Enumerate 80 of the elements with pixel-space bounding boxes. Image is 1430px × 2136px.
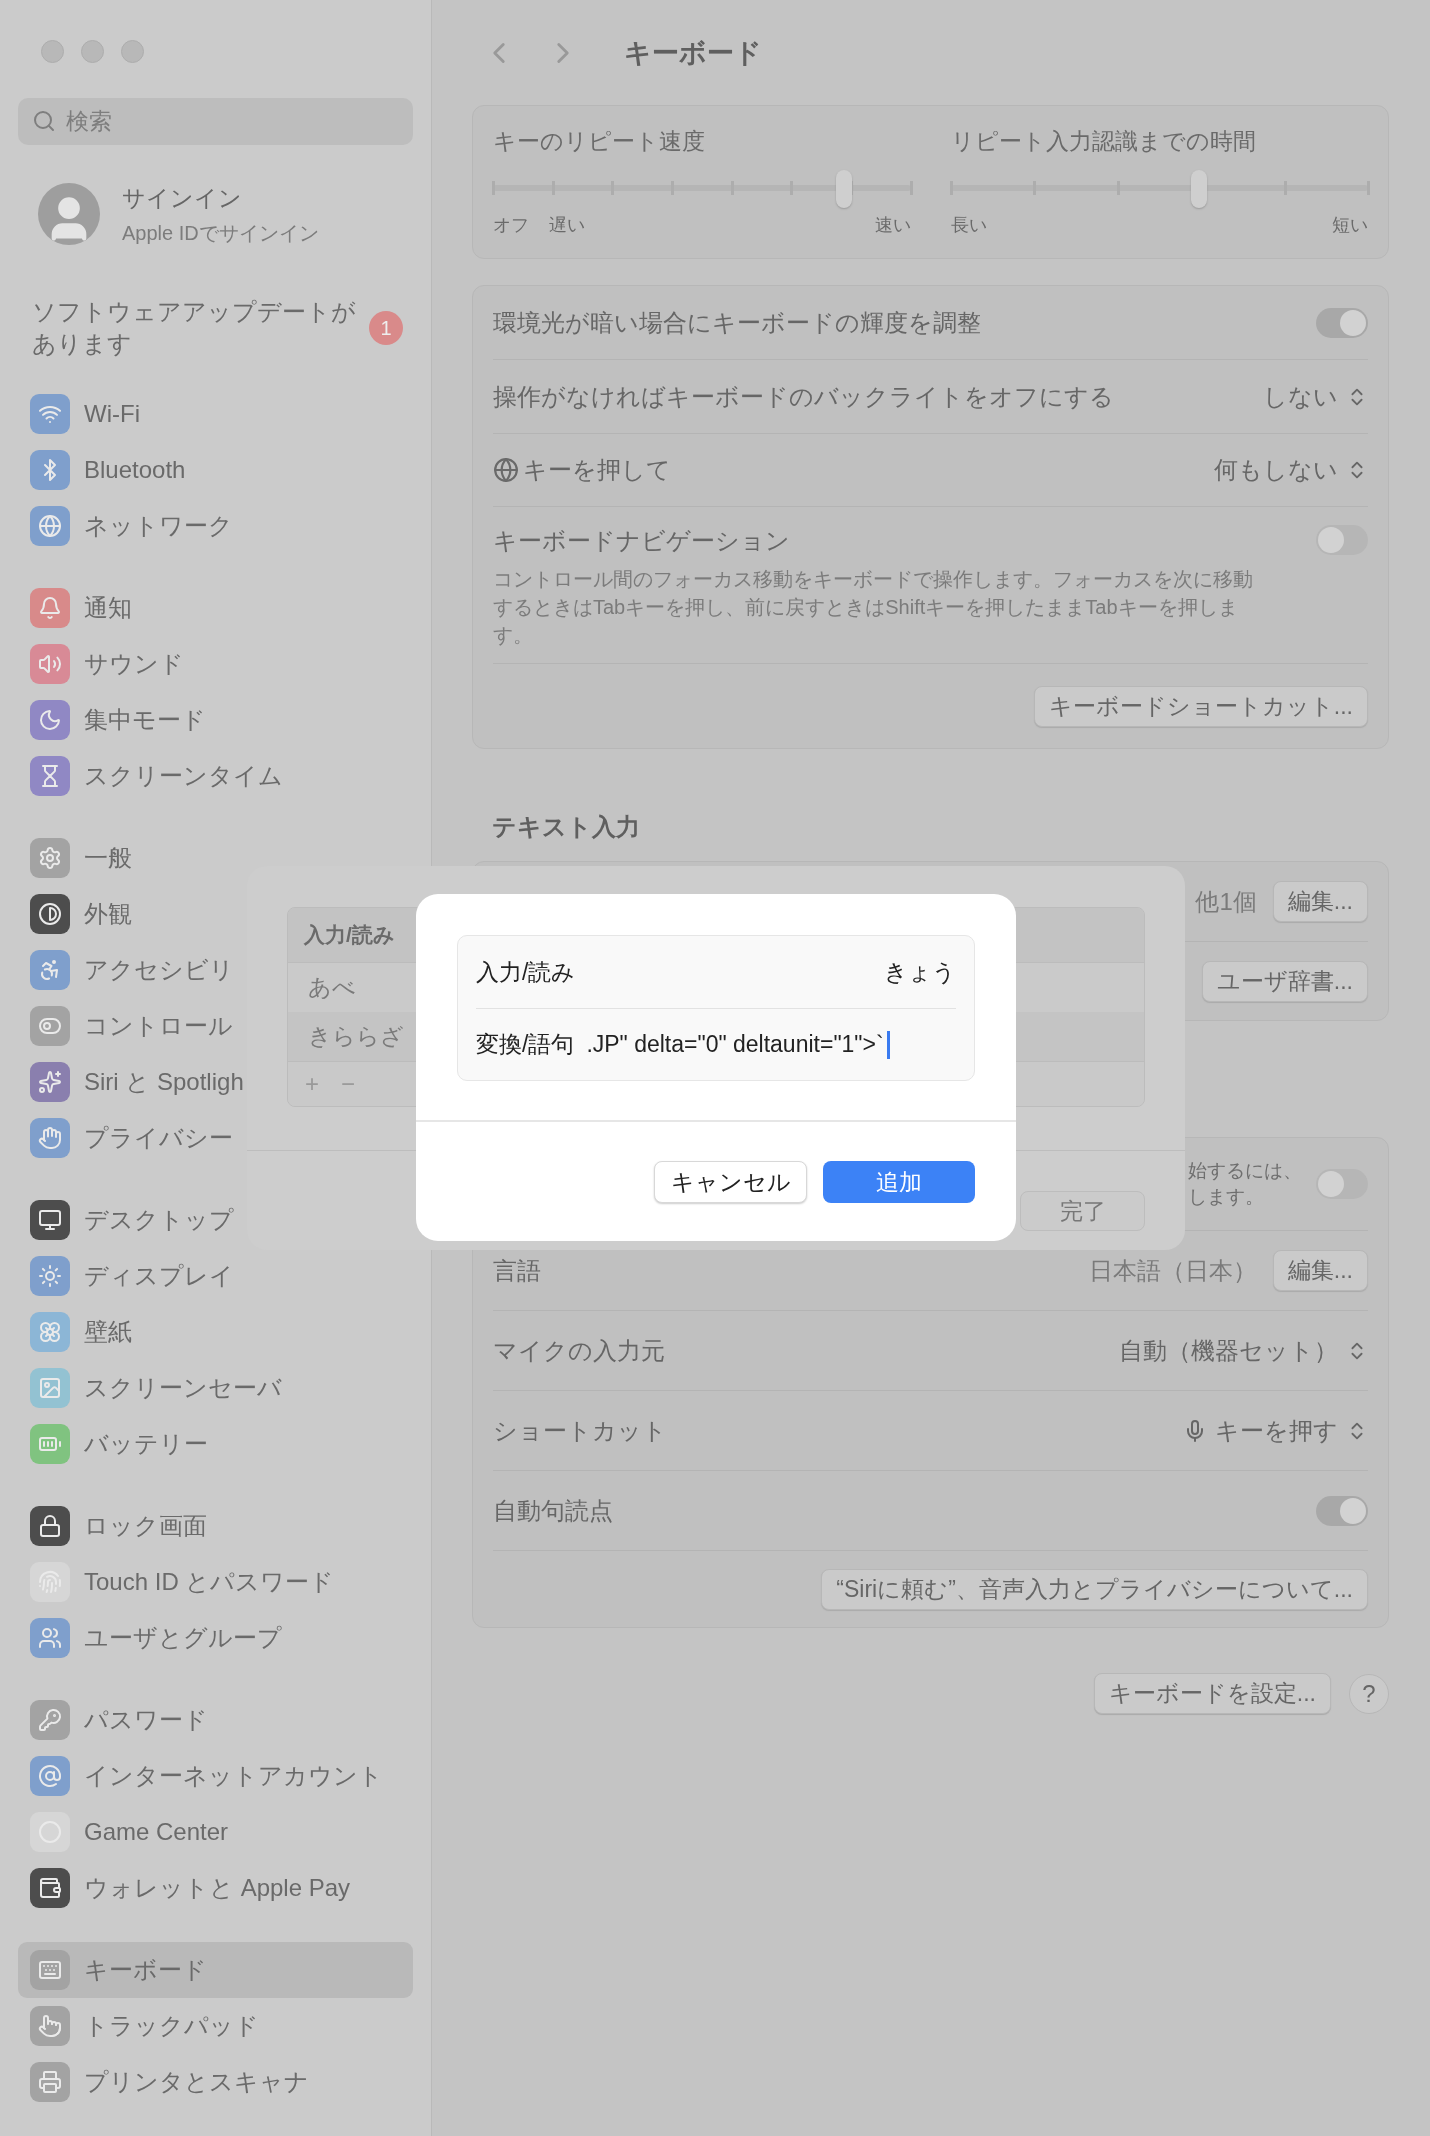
setting-label: 自動句読点 (493, 1495, 613, 1526)
add-row-button[interactable]: + (294, 1068, 330, 1100)
edit-button[interactable]: 編集... (1272, 1250, 1368, 1291)
account-title[interactable]: サインイン (122, 182, 319, 214)
sidebar-item[interactable]: ロック画面 (18, 1498, 413, 1554)
settings-button[interactable]: キーボードショートカット... (1033, 685, 1368, 727)
update-label[interactable]: ソフトウェアアップデートがあります (32, 296, 362, 360)
slider-thumb[interactable] (1190, 170, 1207, 208)
sidebar-item[interactable]: 壁紙 (18, 1304, 413, 1360)
setup-button[interactable]: キーボードを設定... (1093, 1673, 1331, 1714)
slider-title: リピート入力認識までの時間 (950, 127, 1257, 156)
minimize-window-button[interactable] (81, 40, 104, 63)
done-button[interactable]: 完了 (1020, 1191, 1145, 1231)
value-text: 他1個 (1195, 886, 1257, 917)
sidebar-item[interactable]: スクリーンタイム (18, 748, 413, 804)
sidebar-item[interactable]: パスワード (18, 1692, 413, 1748)
sidebar-item[interactable]: スクリーンセーバ (18, 1360, 413, 1416)
slider-label: 長い (950, 214, 987, 237)
slider-label: 短い (1332, 214, 1368, 237)
sidebar-item[interactable]: Touch ID とパスワード (18, 1554, 413, 1610)
toggle-switch[interactable] (1316, 1169, 1368, 1199)
zoom-window-button[interactable] (121, 40, 144, 63)
setting-label: 環境光が暗い場合にキーボードの輝度を調整 (493, 307, 981, 338)
popup-menu[interactable]: 何もしない (1214, 454, 1368, 486)
field-label: 変換/語句 (476, 1030, 575, 1059)
remove-row-button[interactable]: − (330, 1068, 366, 1100)
help-button[interactable]: ? (1349, 1673, 1389, 1714)
slider-label: 速い (874, 214, 911, 237)
account-subtitle: Apple IDでサインイン (122, 220, 319, 246)
setting-label: キーを押して (523, 455, 671, 485)
toggle-switch[interactable] (1316, 307, 1368, 338)
value-text: 日本語（日本） (1088, 1255, 1257, 1286)
sidebar-item[interactable]: ディスプレイ (18, 1248, 413, 1304)
edit-button[interactable]: 編集... (1272, 881, 1368, 922)
window-title: キーボード (624, 36, 762, 70)
popup-menu[interactable]: しない (1263, 380, 1368, 413)
slider-thumb[interactable] (835, 170, 852, 208)
sidebar-item[interactable]: サウンド (18, 636, 413, 692)
search-field[interactable]: 検索 (18, 97, 413, 145)
sidebar-item[interactable]: Bluetooth (18, 442, 413, 498)
settings-button[interactable]: “Siriに頼む”、音声入力とプライバシーについて... (821, 1568, 1368, 1610)
sidebar-item[interactable]: Wi-Fi (18, 386, 413, 442)
sidebar-item[interactable]: デスクトップ (18, 1192, 413, 1248)
sidebar-item[interactable]: 通知 (18, 580, 413, 636)
section-heading: テキスト入力 (491, 812, 641, 842)
search-icon (32, 109, 56, 134)
setting-label: 操作がなければキーボードのバックライトをオフにする (493, 381, 1114, 412)
toggle-switch[interactable] (1316, 525, 1368, 555)
notification-badge: 1 (369, 311, 403, 345)
description-text: します。 (1188, 1185, 1265, 1209)
setting-label: マイクの入力元 (493, 1335, 665, 1366)
description-text: 始するには、 (1188, 1159, 1302, 1183)
popup-menu[interactable]: キーを押す (1183, 1414, 1368, 1447)
slider-label: 遅い (549, 214, 585, 237)
description-text: コントロール間のフォーカス移動をキーボードで操作します。フォーカスを次に移動するときはTabキーを押し、前に戻すときはShiftキーを押したままTabキーを押します。 (493, 567, 1253, 648)
setting-label: 言語 (493, 1255, 541, 1286)
slider-label: オフ (493, 214, 529, 237)
sidebar-item[interactable]: プリンタとスキャナ (18, 2054, 413, 2110)
popup-menu[interactable]: 自動（機器セット） (1119, 1334, 1368, 1367)
sidebar-item[interactable]: キーボード (18, 1942, 413, 1998)
sidebar-item[interactable]: ネットワーク (18, 498, 413, 554)
sidebar-item[interactable]: 一般 (18, 830, 413, 886)
setting-label: ショートカット (493, 1415, 667, 1446)
sidebar-item[interactable]: トラックパッド (18, 1998, 413, 2054)
sidebar-item[interactable]: Game Center (18, 1804, 413, 1860)
settings-button[interactable]: ユーザ辞書... (1201, 960, 1368, 1002)
setting-label: キーボードナビゲーション (493, 526, 790, 556)
toggle-switch[interactable] (1316, 1495, 1368, 1526)
sidebar-item[interactable]: ユーザとグループ (18, 1610, 413, 1666)
close-window-button[interactable] (41, 40, 64, 63)
input-field[interactable]: .JP" delta="0" deltaunit="1">` (586, 1030, 956, 1059)
slider-title: キーのリピート速度 (493, 127, 706, 156)
text-cursor (886, 1030, 890, 1059)
sidebar-item[interactable]: プライバシー (18, 1110, 413, 1166)
cancel-button[interactable]: キャンセル (654, 1161, 807, 1203)
sidebar-item[interactable]: ウォレットと Apple Pay (18, 1860, 413, 1916)
add-button[interactable]: 追加 (823, 1161, 975, 1203)
sidebar-item[interactable]: バッテリー (18, 1416, 413, 1472)
sidebar-item[interactable]: 集中モード (18, 692, 413, 748)
sidebar-item[interactable]: インターネットアカウント (18, 1748, 413, 1804)
